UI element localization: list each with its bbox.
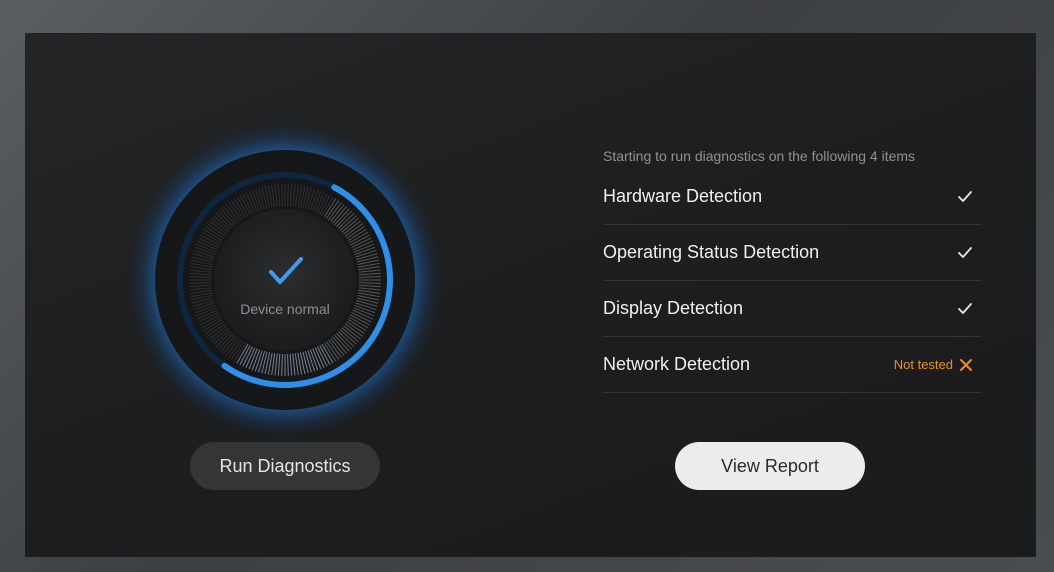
list-item-network: Network Detection Not tested — [603, 337, 981, 393]
list-item-display: Display Detection — [603, 281, 981, 337]
view-report-button[interactable]: View Report — [675, 442, 865, 490]
list-item-label: Operating Status Detection — [603, 242, 820, 262]
list-item-label: Hardware Detection — [603, 186, 763, 206]
check-icon — [958, 302, 972, 314]
check-icon — [958, 246, 972, 258]
checklist-intro: Starting to run diagnostics on the follo… — [603, 148, 916, 164]
close-icon — [960, 358, 972, 371]
list-item-operating-status: Operating Status Detection — [603, 225, 981, 281]
list-item-hardware: Hardware Detection — [603, 169, 981, 225]
device-status-label: Device normal — [240, 301, 330, 317]
diagnostics-screen: Device normal Run Diagnostics Starting t… — [25, 33, 1036, 557]
run-diagnostics-button[interactable]: Run Diagnostics — [190, 442, 380, 490]
list-item-label: Display Detection — [603, 298, 744, 318]
list-item-status — [957, 302, 973, 316]
not-tested-label: Not tested — [893, 357, 953, 372]
list-item-status — [957, 190, 973, 204]
list-item-label: Network Detection — [603, 354, 751, 374]
diagnostics-checklist: Starting to run diagnostics on the follo… — [603, 143, 981, 393]
list-item-status: Not tested — [894, 357, 973, 372]
dial-graphic — [127, 122, 443, 438]
diagnostic-dial: Device normal — [125, 120, 445, 440]
check-icon — [958, 190, 972, 202]
list-item-status — [957, 246, 973, 260]
